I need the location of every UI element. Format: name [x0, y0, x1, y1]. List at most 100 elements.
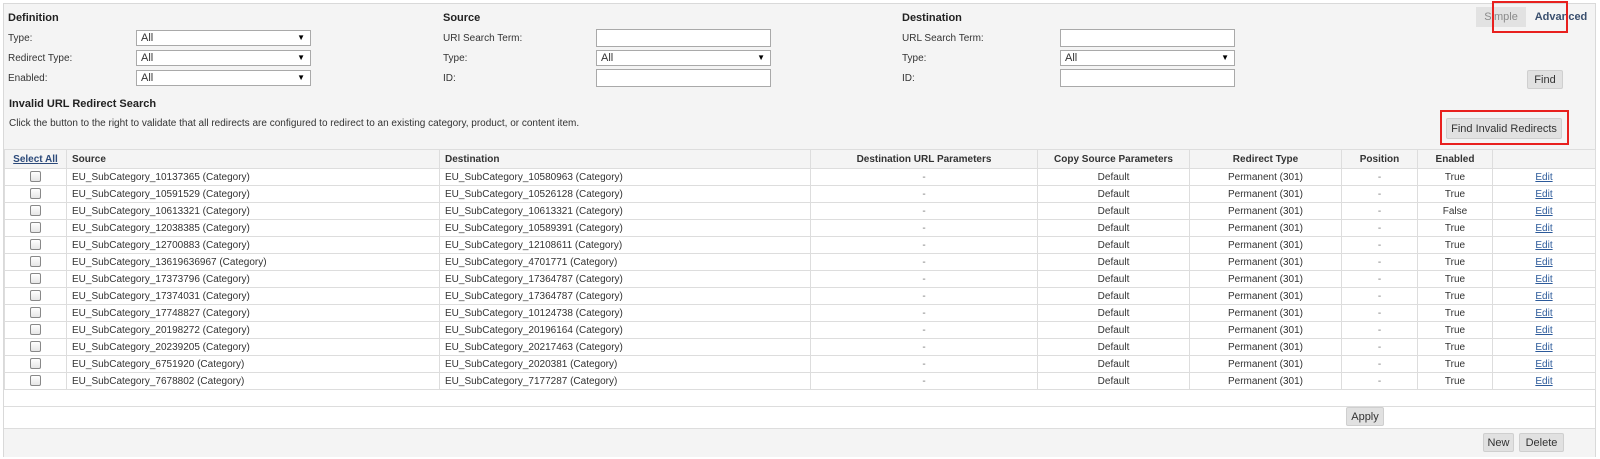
row-select-cell	[4, 253, 67, 271]
row-checkbox[interactable]	[30, 171, 41, 183]
dest-params-cell: -	[810, 270, 1038, 288]
destination-cell: EU_SubCategory_7177287 (Category)	[439, 372, 811, 390]
edit-link[interactable]: Edit	[1535, 359, 1552, 370]
enabled-cell: True	[1417, 185, 1493, 203]
table-row: EU_SubCategory_12038385 (Category) EU_Sub…	[4, 219, 1596, 237]
enabled-cell: True	[1417, 236, 1493, 254]
select-all-link[interactable]: Select All	[13, 154, 58, 165]
find-button[interactable]: Find	[1527, 70, 1563, 89]
position-cell: -	[1341, 355, 1418, 373]
position-column-header: Position	[1341, 149, 1418, 169]
destination-type-select[interactable]: All ▼	[1060, 50, 1235, 66]
edit-link[interactable]: Edit	[1535, 325, 1552, 336]
destination-id-label: ID:	[902, 73, 915, 84]
enabled-cell: True	[1417, 287, 1493, 305]
source-column-header: Source	[66, 149, 440, 169]
edit-link[interactable]: Edit	[1535, 291, 1552, 302]
position-cell: -	[1341, 321, 1418, 339]
source-cell: EU_SubCategory_17373796 (Category)	[66, 270, 440, 288]
position-cell: -	[1341, 253, 1418, 271]
row-checkbox[interactable]	[30, 375, 41, 387]
enabled-value: All	[141, 72, 154, 84]
dest-params-cell: -	[810, 236, 1038, 254]
row-checkbox[interactable]	[30, 239, 41, 251]
table-row: EU_SubCategory_6751920 (Category) EU_SubC…	[4, 355, 1596, 373]
enabled-cell: True	[1417, 219, 1493, 237]
destination-cell: EU_SubCategory_2020381 (Category)	[439, 355, 811, 373]
row-checkbox[interactable]	[30, 341, 41, 353]
row-select-cell	[4, 219, 67, 237]
definition-type-select[interactable]: All ▼	[136, 30, 311, 46]
edit-link[interactable]: Edit	[1535, 240, 1552, 251]
definition-type-value: All	[141, 32, 154, 44]
row-select-cell	[4, 372, 67, 390]
find-invalid-highlight	[1440, 110, 1569, 145]
source-search-input[interactable]	[596, 29, 771, 47]
position-cell: -	[1341, 202, 1418, 220]
edit-link[interactable]: Edit	[1535, 189, 1552, 200]
enabled-cell: True	[1417, 270, 1493, 288]
apply-button[interactable]: Apply	[1346, 407, 1384, 426]
new-button[interactable]: New	[1483, 433, 1514, 452]
row-checkbox[interactable]	[30, 188, 41, 200]
dest-params-cell: -	[810, 219, 1038, 237]
chevron-down-icon: ▼	[757, 53, 765, 62]
chevron-down-icon: ▼	[297, 73, 305, 82]
edit-link[interactable]: Edit	[1535, 206, 1552, 217]
edit-link[interactable]: Edit	[1535, 342, 1552, 353]
redirect-type-label: Redirect Type:	[8, 53, 73, 64]
row-checkbox[interactable]	[30, 256, 41, 268]
delete-button[interactable]: Delete	[1519, 433, 1564, 452]
destination-search-input[interactable]	[1060, 29, 1235, 47]
enabled-cell: True	[1417, 355, 1493, 373]
definition-type-label: Type:	[8, 33, 33, 44]
edit-link[interactable]: Edit	[1535, 274, 1552, 285]
redirect-type-column-header: Redirect Type	[1189, 149, 1342, 169]
actions-cell: Edit	[1492, 168, 1596, 186]
row-select-cell	[4, 304, 67, 322]
row-select-cell	[4, 355, 67, 373]
source-type-value: All	[601, 52, 614, 64]
enabled-column-header: Enabled	[1417, 149, 1493, 169]
edit-link[interactable]: Edit	[1535, 172, 1552, 183]
actions-cell: Edit	[1492, 355, 1596, 373]
edit-link[interactable]: Edit	[1535, 376, 1552, 387]
row-checkbox[interactable]	[30, 324, 41, 336]
redirect-type-cell: Permanent (301)	[1189, 304, 1342, 322]
source-cell: EU_SubCategory_13619636967 (Category)	[66, 253, 440, 271]
position-cell: -	[1341, 304, 1418, 322]
destination-id-input[interactable]	[1060, 69, 1235, 87]
edit-link[interactable]: Edit	[1535, 223, 1552, 234]
destination-cell: EU_SubCategory_10124738 (Category)	[439, 304, 811, 322]
enabled-select[interactable]: All ▼	[136, 70, 311, 86]
select-all-header: Select All	[4, 149, 67, 169]
dest-params-cell: -	[810, 372, 1038, 390]
table-row: EU_SubCategory_20239205 (Category) EU_Sub…	[4, 338, 1596, 356]
edit-link[interactable]: Edit	[1535, 257, 1552, 268]
source-type-label: Type:	[443, 53, 468, 64]
row-checkbox[interactable]	[30, 273, 41, 285]
enabled-cell: True	[1417, 321, 1493, 339]
edit-link[interactable]: Edit	[1535, 308, 1552, 319]
row-select-cell	[4, 287, 67, 305]
row-checkbox[interactable]	[30, 358, 41, 370]
redirect-type-cell: Permanent (301)	[1189, 372, 1342, 390]
row-checkbox[interactable]	[30, 205, 41, 217]
source-id-input[interactable]	[596, 69, 771, 87]
copy-params-cell: Default	[1037, 253, 1190, 271]
redirect-type-select[interactable]: All ▼	[136, 50, 311, 66]
actions-cell: Edit	[1492, 338, 1596, 356]
row-checkbox[interactable]	[30, 290, 41, 302]
source-cell: EU_SubCategory_20239205 (Category)	[66, 338, 440, 356]
copy-params-cell: Default	[1037, 287, 1190, 305]
copy-params-cell: Default	[1037, 372, 1190, 390]
source-type-select[interactable]: All ▼	[596, 50, 771, 66]
row-checkbox[interactable]	[30, 222, 41, 234]
row-select-cell	[4, 236, 67, 254]
redirect-type-cell: Permanent (301)	[1189, 321, 1342, 339]
destination-cell: EU_SubCategory_4701771 (Category)	[439, 253, 811, 271]
row-checkbox[interactable]	[30, 307, 41, 319]
copy-params-cell: Default	[1037, 202, 1190, 220]
actions-cell: Edit	[1492, 287, 1596, 305]
source-cell: EU_SubCategory_6751920 (Category)	[66, 355, 440, 373]
